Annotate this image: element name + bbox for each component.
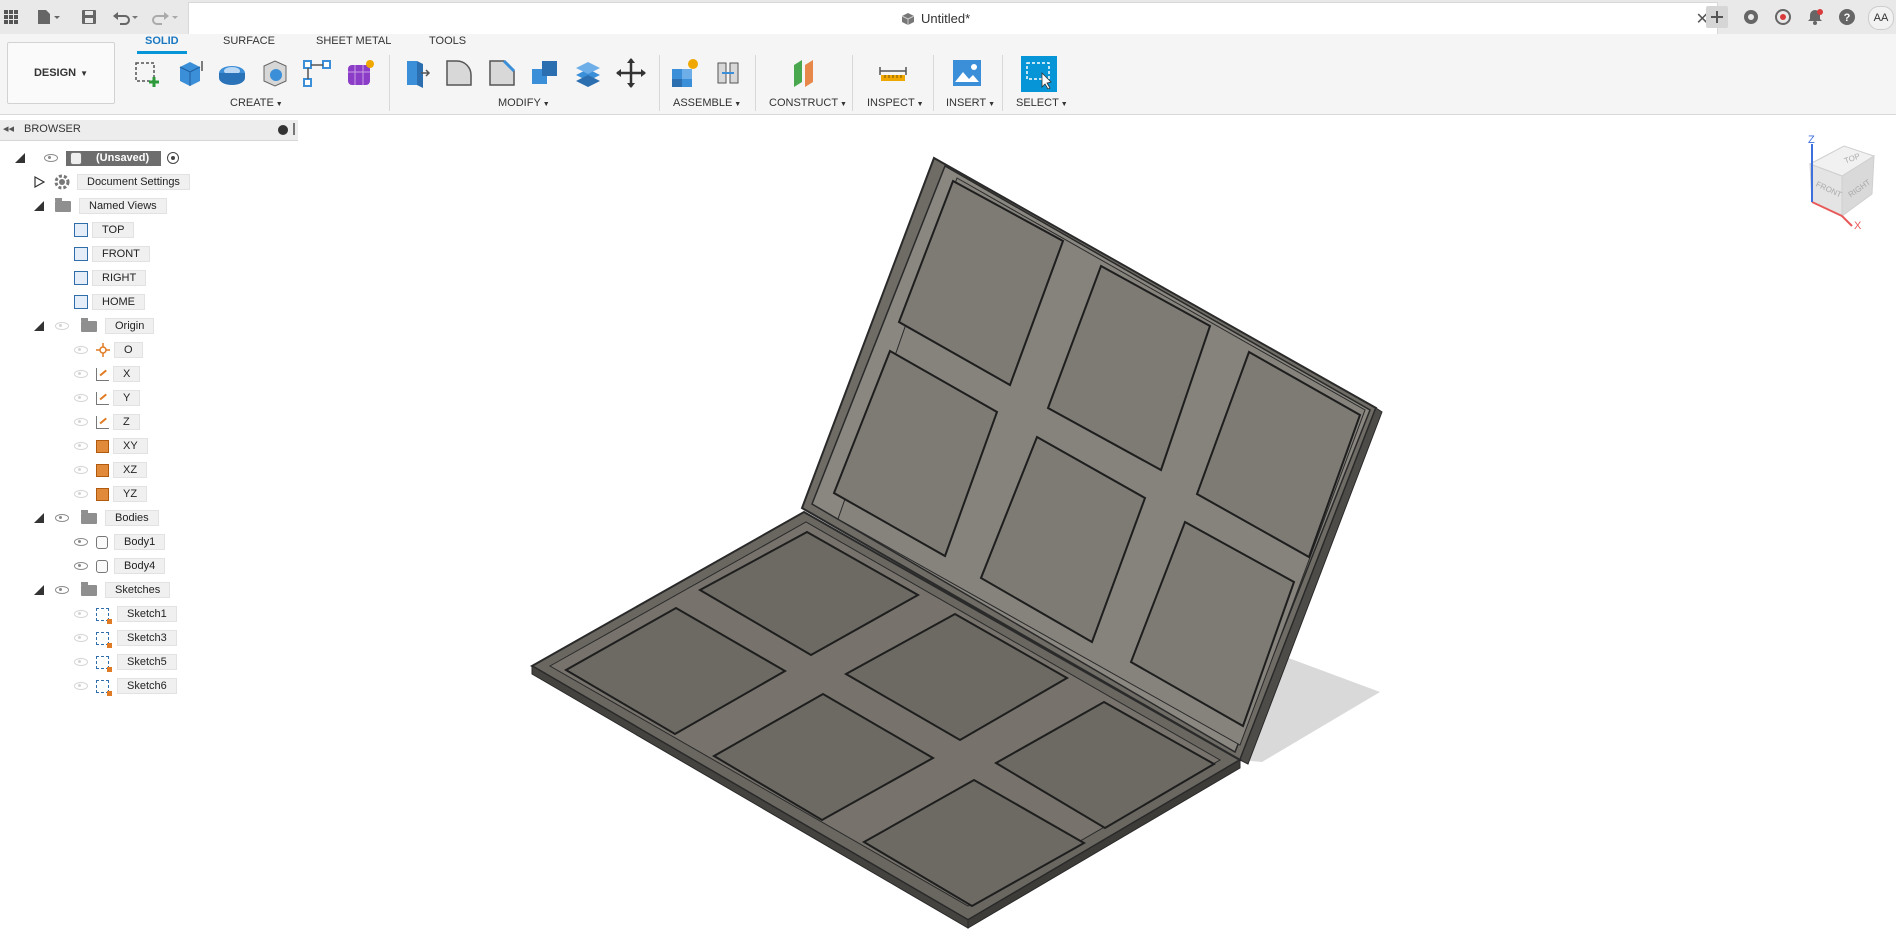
axis-z-label: Z xyxy=(1808,134,1815,146)
axis-x-label: X xyxy=(1854,220,1862,232)
view-cube[interactable]: TOP FRONT RIGHT Z X xyxy=(1800,132,1896,242)
3d-viewport[interactable] xyxy=(0,0,1896,934)
